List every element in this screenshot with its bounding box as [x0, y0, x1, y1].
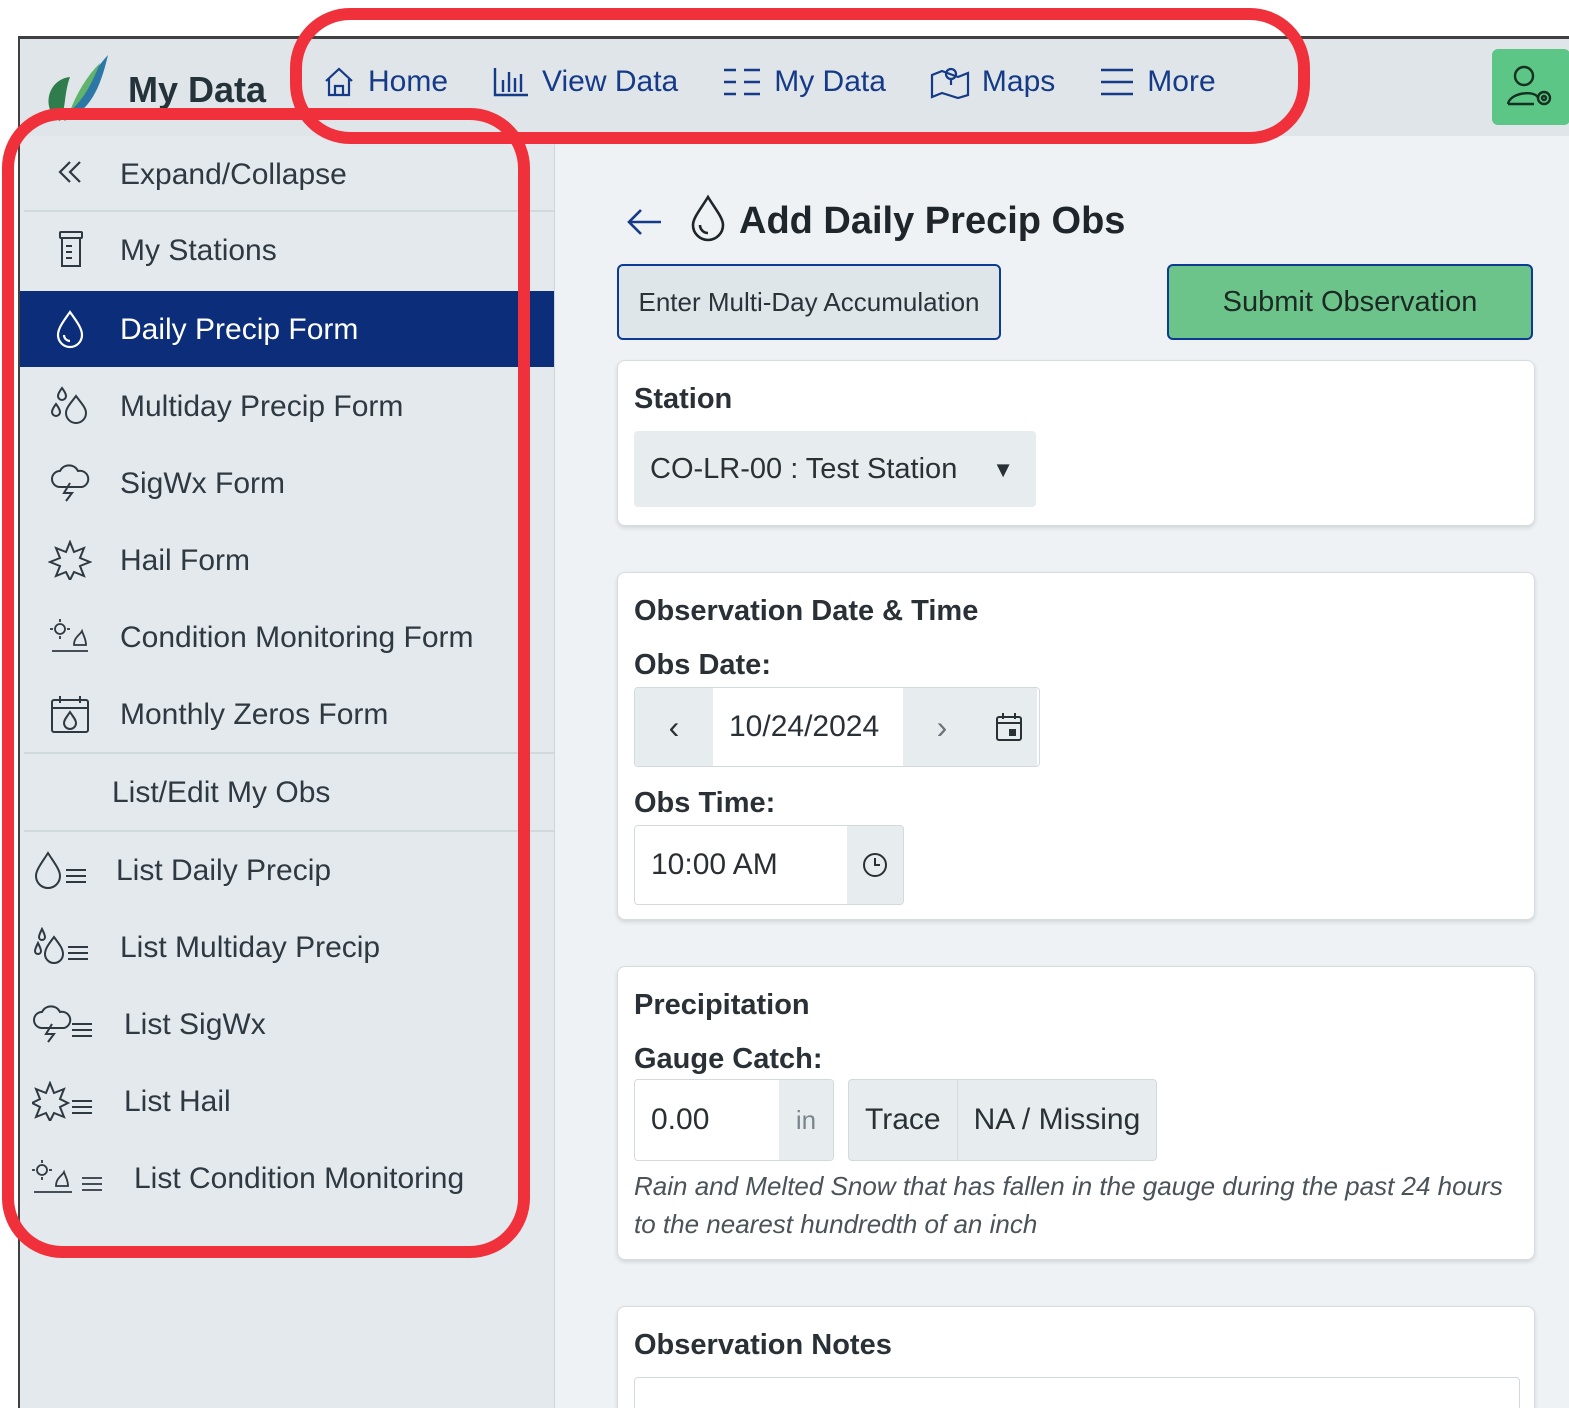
submit-observation-button[interactable]: Submit Observation	[1167, 264, 1533, 340]
main-content: Add Daily Precip Obs Enter Multi-Day Acc…	[555, 136, 1569, 1408]
gauge-catch-input[interactable]: 0.00	[635, 1080, 779, 1160]
obs-time-picker: 10:00 AM	[634, 825, 904, 905]
gauge-catch-label: Gauge Catch:	[634, 1043, 823, 1075]
observation-notes-input[interactable]	[634, 1377, 1520, 1408]
time-picker-button[interactable]	[847, 826, 903, 904]
station-selected-value: CO-LR-00 : Test Station	[650, 452, 958, 485]
obs-time-label: Obs Time:	[634, 787, 776, 819]
gauge-help-text: Rain and Melted Snow that has fallen in …	[634, 1171, 1503, 1239]
station-title: Station	[634, 383, 733, 415]
multi-day-accumulation-button[interactable]: Enter Multi-Day Accumulation	[617, 264, 1001, 340]
previous-day-button[interactable]: ‹	[635, 688, 713, 766]
obs-time-input[interactable]: 10:00 AM	[635, 826, 847, 904]
obs-date-input[interactable]: 10/24/2024	[713, 688, 903, 766]
na-missing-button[interactable]: NA / Missing	[958, 1080, 1157, 1160]
obs-datetime-title: Observation Date & Time	[634, 595, 979, 627]
gauge-catch-field: 0.00 in	[634, 1079, 834, 1161]
observation-notes-title: Observation Notes	[634, 1329, 892, 1361]
back-arrow-icon[interactable]	[625, 206, 665, 238]
trace-button[interactable]: Trace	[849, 1080, 957, 1160]
obs-date-label: Obs Date:	[634, 649, 771, 681]
obs-datetime-card: Observation Date & Time Obs Date: ‹ 10/2…	[617, 572, 1535, 920]
chevron-right-icon: ›	[936, 708, 948, 745]
precipitation-title: Precipitation	[634, 989, 810, 1021]
page-title: Add Daily Precip Obs	[739, 200, 1126, 242]
sidebar-highlight	[2, 108, 530, 1258]
station-card: Station CO-LR-00 : Test Station ▼	[617, 360, 1535, 526]
app-title: My Data	[128, 69, 267, 110]
station-select[interactable]: CO-LR-00 : Test Station ▼	[634, 431, 1036, 507]
calendar-button[interactable]	[981, 688, 1037, 766]
droplet-icon	[691, 194, 725, 242]
chevron-left-icon: ‹	[668, 708, 680, 745]
precip-shortcut-group: Trace NA / Missing	[848, 1079, 1158, 1161]
next-day-button[interactable]: ›	[903, 688, 981, 766]
obs-date-picker: ‹ 10/24/2024 ›	[634, 687, 1040, 767]
observation-notes-card: Observation Notes	[617, 1306, 1535, 1408]
calendar-icon	[996, 713, 1022, 741]
clock-icon	[863, 853, 887, 877]
user-settings-button[interactable]	[1492, 49, 1569, 125]
caret-down-icon: ▼	[992, 457, 1014, 482]
gauge-unit: in	[779, 1080, 833, 1160]
user-gear-icon	[1506, 65, 1552, 106]
precipitation-card: Precipitation Gauge Catch: 0.00 in Trace…	[617, 966, 1535, 1260]
